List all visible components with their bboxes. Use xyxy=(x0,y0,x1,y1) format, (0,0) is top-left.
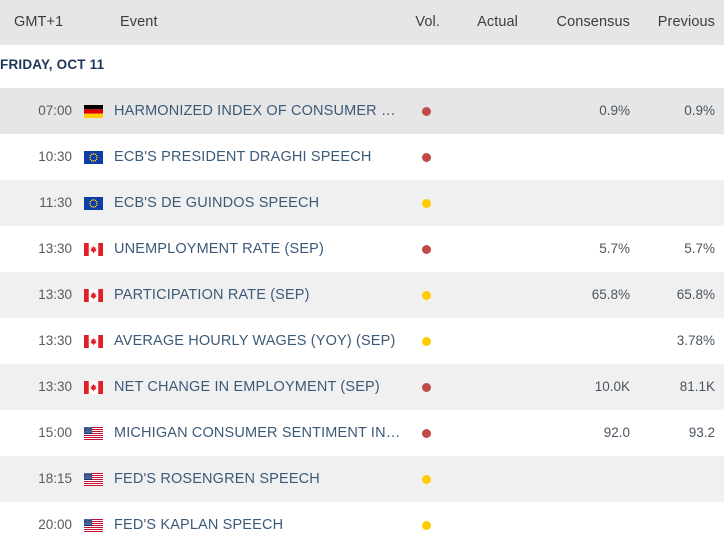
volatility-indicator xyxy=(422,475,432,485)
event-row[interactable]: 13:30 PARTICIPATION RATE (SEP) 65.8%65.8% xyxy=(0,272,724,318)
volatility-indicator xyxy=(422,153,432,163)
event-name[interactable]: HARMONIZED INDEX OF CONSUMER PRIC... xyxy=(114,103,404,119)
flag-canada-icon xyxy=(84,381,103,394)
column-header-timezone[interactable]: GMT+1 xyxy=(14,14,63,30)
volatility-dot-medium xyxy=(422,291,431,300)
event-row[interactable]: 13:30 NET CHANGE IN EMPLOYMENT (SEP) 10.0K… xyxy=(0,364,724,410)
volatility-dot-high xyxy=(422,153,431,162)
volatility-indicator xyxy=(422,337,432,347)
flag-usa-icon xyxy=(84,519,103,532)
event-row[interactable]: 10:30 ECB'S PRESIDENT DRAGHI SPEECH xyxy=(0,134,724,180)
event-row[interactable]: 13:30 UNEMPLOYMENT RATE (SEP) 5.7%5.7% xyxy=(0,226,724,272)
volatility-indicator xyxy=(422,383,432,393)
event-time: 07:00 xyxy=(0,103,72,118)
volatility-dot-medium xyxy=(422,199,431,208)
event-time: 13:30 xyxy=(0,333,72,348)
economic-calendar: GMT+1 Event Vol. Actual Consensus Previo… xyxy=(0,0,724,548)
column-header-consensus[interactable]: Consensus xyxy=(557,14,630,30)
event-time: 13:30 xyxy=(0,379,72,394)
date-group-header: FRIDAY, OCT 11 xyxy=(0,45,724,88)
event-name[interactable]: AVERAGE HOURLY WAGES (YOY) (SEP) xyxy=(114,333,404,349)
flag-usa-icon xyxy=(84,427,103,440)
event-consensus-value: 5.7% xyxy=(540,241,630,256)
volatility-indicator xyxy=(422,429,432,439)
event-previous-value: 93.2 xyxy=(625,425,715,440)
volatility-indicator xyxy=(422,521,432,531)
flag-eu-icon xyxy=(84,197,103,210)
calendar-column-header: GMT+1 Event Vol. Actual Consensus Previo… xyxy=(0,0,724,45)
event-previous-value: 65.8% xyxy=(625,287,715,302)
event-time: 10:30 xyxy=(0,149,72,164)
volatility-dot-medium xyxy=(422,337,431,346)
volatility-dot-high xyxy=(422,429,431,438)
flag-canada-icon xyxy=(84,335,103,348)
event-rows-container: 07:00 HARMONIZED INDEX OF CONSUMER PRIC..… xyxy=(0,88,724,548)
flag-canada-icon xyxy=(84,243,103,256)
event-consensus-value: 10.0K xyxy=(540,379,630,394)
volatility-indicator xyxy=(422,245,432,255)
flag-canada-icon xyxy=(84,289,103,302)
event-previous-value: 81.1K xyxy=(625,379,715,394)
column-header-previous[interactable]: Previous xyxy=(658,14,715,30)
event-time: 15:00 xyxy=(0,425,72,440)
event-name[interactable]: NET CHANGE IN EMPLOYMENT (SEP) xyxy=(114,379,404,395)
volatility-indicator xyxy=(422,291,432,301)
event-row[interactable]: 15:00 MICHIGAN CONSUMER SENTIMENT INDEX..… xyxy=(0,410,724,456)
event-time: 11:30 xyxy=(0,195,72,210)
event-time: 13:30 xyxy=(0,241,72,256)
event-name[interactable]: FED'S KAPLAN SPEECH xyxy=(114,517,404,533)
flag-usa-icon xyxy=(84,473,103,486)
event-row[interactable]: 18:15 FED'S ROSENGREN SPEECH xyxy=(0,456,724,502)
volatility-dot-high xyxy=(422,245,431,254)
event-previous-value: 5.7% xyxy=(625,241,715,256)
event-row[interactable]: 11:30 ECB'S DE GUINDOS SPEECH xyxy=(0,180,724,226)
event-previous-value: 3.78% xyxy=(625,333,715,348)
volatility-dot-medium xyxy=(422,521,431,530)
volatility-indicator xyxy=(422,107,432,117)
flag-eu-icon xyxy=(84,151,103,164)
event-time: 18:15 xyxy=(0,471,72,486)
event-name[interactable]: ECB'S DE GUINDOS SPEECH xyxy=(114,195,404,211)
event-consensus-value: 65.8% xyxy=(540,287,630,302)
event-row[interactable]: 13:30 AVERAGE HOURLY WAGES (YOY) (SEP) 3.7… xyxy=(0,318,724,364)
column-header-vol[interactable]: Vol. xyxy=(415,14,440,30)
volatility-indicator xyxy=(422,199,432,209)
volatility-dot-medium xyxy=(422,475,431,484)
event-time: 13:30 xyxy=(0,287,72,302)
volatility-dot-high xyxy=(422,107,431,116)
event-name[interactable]: MICHIGAN CONSUMER SENTIMENT INDEX... xyxy=(114,425,404,441)
event-row[interactable]: 20:00 FED'S KAPLAN SPEECH xyxy=(0,502,724,548)
event-row[interactable]: 07:00 HARMONIZED INDEX OF CONSUMER PRIC..… xyxy=(0,88,724,134)
flag-germany-icon xyxy=(84,105,103,118)
event-previous-value: 0.9% xyxy=(625,103,715,118)
event-consensus-value: 92.0 xyxy=(540,425,630,440)
event-time: 20:00 xyxy=(0,517,72,532)
date-group-label: FRIDAY, OCT 11 xyxy=(0,57,104,72)
column-header-event[interactable]: Event xyxy=(120,14,158,30)
event-name[interactable]: PARTICIPATION RATE (SEP) xyxy=(114,287,404,303)
event-name[interactable]: ECB'S PRESIDENT DRAGHI SPEECH xyxy=(114,149,404,165)
event-name[interactable]: FED'S ROSENGREN SPEECH xyxy=(114,471,404,487)
volatility-dot-high xyxy=(422,383,431,392)
event-name[interactable]: UNEMPLOYMENT RATE (SEP) xyxy=(114,241,404,257)
event-consensus-value: 0.9% xyxy=(540,103,630,118)
column-header-actual[interactable]: Actual xyxy=(477,14,518,30)
